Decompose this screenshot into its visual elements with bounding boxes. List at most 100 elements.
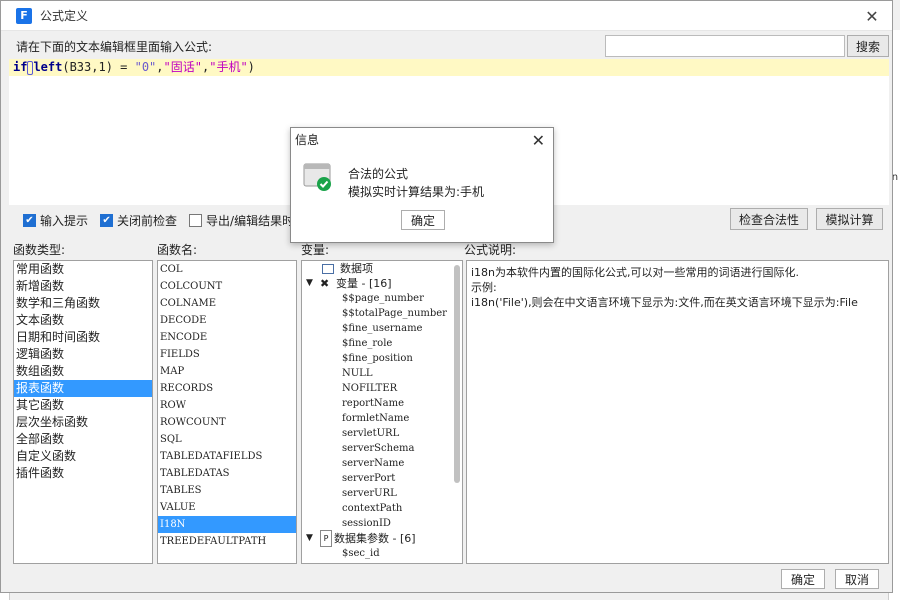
func-type-label: 函数类型:: [13, 243, 66, 257]
tree-leaf[interactable]: $fine_role: [302, 336, 462, 351]
checkbox-unchecked-icon: [189, 214, 203, 227]
info-title: 信息: [295, 133, 320, 147]
tree-leaf[interactable]: $sec_id: [302, 546, 462, 561]
tree-leaf[interactable]: reportName: [302, 396, 462, 411]
formula-line[interactable]: if left(B33,1) = "0","固话","手机"): [9, 59, 889, 76]
window-title: 公式定义: [40, 9, 89, 23]
title-bar: F 公式定义 ✕: [1, 1, 892, 31]
tree-leaf[interactable]: $$totalPage_number: [302, 306, 462, 321]
simulate-button[interactable]: 模拟计算: [816, 208, 883, 230]
tree-leaf[interactable]: formletName: [302, 411, 462, 426]
close-icon[interactable]: ✕: [532, 131, 545, 150]
tree-leaf[interactable]: $fine_position: [302, 351, 462, 366]
list-item[interactable]: I18N: [158, 516, 296, 533]
check-validity-button[interactable]: 检查合法性: [730, 208, 808, 230]
scrollbar-thumb[interactable]: [454, 265, 460, 483]
list-item[interactable]: ENCODE: [158, 329, 296, 346]
list-item[interactable]: DECODE: [158, 312, 296, 329]
list-item[interactable]: VALUE: [158, 499, 296, 516]
func-name-label: 函数名:: [157, 243, 198, 257]
checkbox-checked-icon: ✔: [100, 214, 114, 227]
list-item[interactable]: 插件函数: [14, 465, 152, 482]
info-ok-button[interactable]: 确定: [401, 210, 445, 230]
formula-string-2: "手机": [209, 60, 248, 74]
list-item[interactable]: ROWCOUNT: [158, 414, 296, 431]
desc-line: 示例:: [471, 281, 497, 294]
formula-keyword-left: left: [33, 60, 63, 74]
check-before-close-checkbox[interactable]: ✔ 关闭前检查: [100, 212, 177, 229]
list-item[interactable]: TABLES: [158, 482, 296, 499]
list-item[interactable]: 数学和三角函数: [14, 295, 152, 312]
chevron-down-icon: ▼: [306, 533, 313, 543]
app-logo-icon: F: [16, 7, 32, 24]
input-hint-checkbox[interactable]: ✔ 输入提示: [23, 212, 88, 229]
tree-leaf[interactable]: serverURL: [302, 486, 462, 501]
func-name-list[interactable]: COL COLCOUNT COLNAME DECODE ENCODE FIELDS MAP R…: [157, 260, 297, 564]
cancel-button[interactable]: 取消: [835, 569, 879, 589]
close-icon[interactable]: ✕: [862, 6, 882, 26]
formula-description: i18n为本软件内置的国际化公式,可以对一些常用的词语进行国际化. 示例: i1…: [466, 260, 889, 564]
tree-leaf[interactable]: sessionID: [302, 516, 462, 531]
list-item[interactable]: COL: [158, 261, 296, 278]
list-item[interactable]: SQL: [158, 431, 296, 448]
list-item[interactable]: 常用函数: [14, 261, 152, 278]
list-item[interactable]: 自定义函数: [14, 448, 152, 465]
list-item[interactable]: 文本函数: [14, 312, 152, 329]
variables-label: 变量:: [301, 243, 330, 257]
list-item[interactable]: 逻辑函数: [14, 346, 152, 363]
tree-node-dataset-params[interactable]: ▼ P 数据集参数 - [6]: [302, 530, 462, 547]
list-item[interactable]: 全部函数: [14, 431, 152, 448]
search-button[interactable]: 搜索: [847, 35, 889, 57]
variables-tree[interactable]: 数据项 ▼ ✖ 变量 - [16] $$page_number $$totalPa…: [301, 260, 463, 564]
tree-node-variables[interactable]: ▼ ✖ 变量 - [16]: [302, 276, 462, 291]
formula-definition-dialog: F 公式定义 ✕ 请在下面的文本编辑框里面输入公式: 搜索 if left(B33…: [0, 0, 893, 593]
tree-node-label: 变量 - [16]: [336, 277, 392, 290]
param-icon: P: [320, 530, 332, 547]
checkbox-label: 输入提示: [40, 214, 89, 228]
data-item-icon: [322, 263, 334, 274]
list-item[interactable]: FIELDS: [158, 346, 296, 363]
list-item[interactable]: COLCOUNT: [158, 278, 296, 295]
list-item[interactable]: 新增函数: [14, 278, 152, 295]
info-message: 合法的公式: [348, 167, 409, 181]
formula-close-paren: ): [247, 60, 255, 74]
list-item[interactable]: MAP: [158, 363, 296, 380]
tree-leaf[interactable]: serverSchema: [302, 441, 462, 456]
list-item[interactable]: 其它函数: [14, 397, 152, 414]
tree-node-label: 数据项: [340, 262, 373, 275]
export-checkbox[interactable]: 导出/编辑结果时: [189, 212, 294, 229]
list-item[interactable]: TABLEDATAS: [158, 465, 296, 482]
list-item[interactable]: 报表函数: [14, 380, 152, 397]
list-item[interactable]: ROW: [158, 397, 296, 414]
desc-line: i18n为本软件内置的国际化公式,可以对一些常用的词语进行国际化.: [471, 266, 800, 279]
list-item[interactable]: TABLEDATAFIELDS: [158, 448, 296, 465]
tree-node-label: 数据集参数 - [6]: [334, 532, 416, 545]
list-item[interactable]: TREEDEFAULTPATH: [158, 533, 296, 550]
func-type-list[interactable]: 常用函数 新增函数 数学和三角函数 文本函数 日期和时间函数 逻辑函数 数组函数 报表函数 其它…: [13, 260, 153, 564]
tree-leaf[interactable]: NOFILTER: [302, 381, 462, 396]
tree-node-data-items[interactable]: 数据项: [302, 261, 462, 276]
options-row: ✔ 输入提示 ✔ 关闭前检查 导出/编辑结果时: [23, 212, 306, 229]
formula-string-1: "固话": [163, 60, 202, 74]
list-item[interactable]: 层次坐标函数: [14, 414, 152, 431]
tree-leaf[interactable]: NULL: [302, 366, 462, 381]
tree-leaf[interactable]: serverPort: [302, 471, 462, 486]
tree-leaf[interactable]: $fine_username: [302, 321, 462, 336]
search-input[interactable]: [605, 35, 845, 57]
tree-leaf[interactable]: $$page_number: [302, 291, 462, 306]
checkbox-label: 关闭前检查: [117, 214, 178, 228]
editor-prompt: 请在下面的文本编辑框里面输入公式:: [16, 40, 213, 54]
tree-leaf[interactable]: servletURL: [302, 426, 462, 441]
tree-leaf[interactable]: serverName: [302, 456, 462, 471]
chevron-down-icon: ▼: [306, 278, 313, 288]
variable-icon: ✖: [320, 277, 330, 290]
list-item[interactable]: 日期和时间函数: [14, 329, 152, 346]
list-item[interactable]: RECORDS: [158, 380, 296, 397]
success-icon: [303, 163, 331, 191]
desc-line: i18n('File'),则会在中文语言环境下显示为:文件,而在英文语言环境下显…: [471, 296, 858, 309]
list-item[interactable]: 数组函数: [14, 363, 152, 380]
checkbox-checked-icon: ✔: [23, 214, 36, 227]
list-item[interactable]: COLNAME: [158, 295, 296, 312]
ok-button[interactable]: 确定: [781, 569, 825, 589]
tree-leaf[interactable]: contextPath: [302, 501, 462, 516]
